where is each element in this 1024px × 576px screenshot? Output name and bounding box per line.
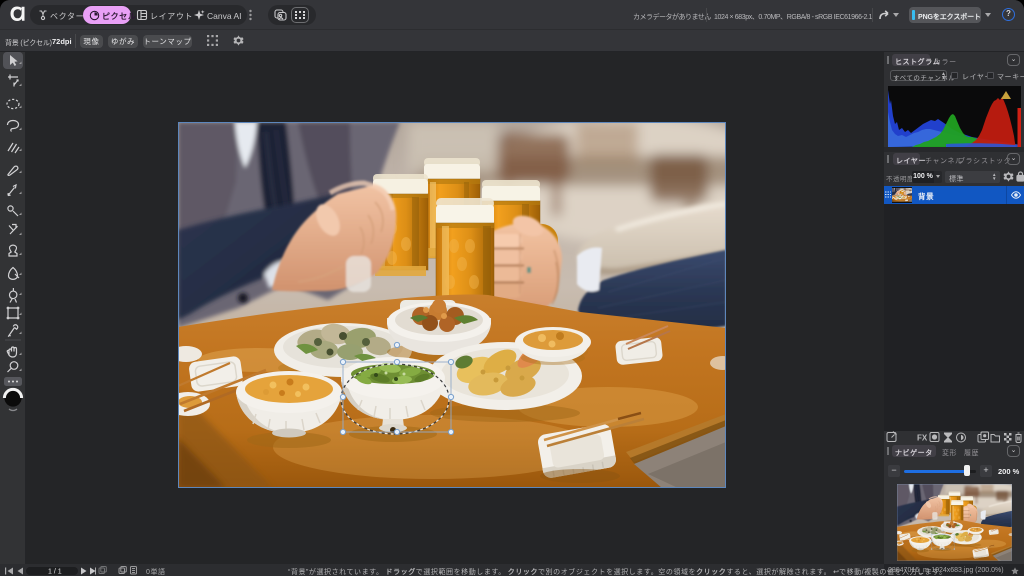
svg-text:FX: FX [917, 434, 928, 443]
svg-text:1 / 1: 1 / 1 [48, 568, 62, 575]
